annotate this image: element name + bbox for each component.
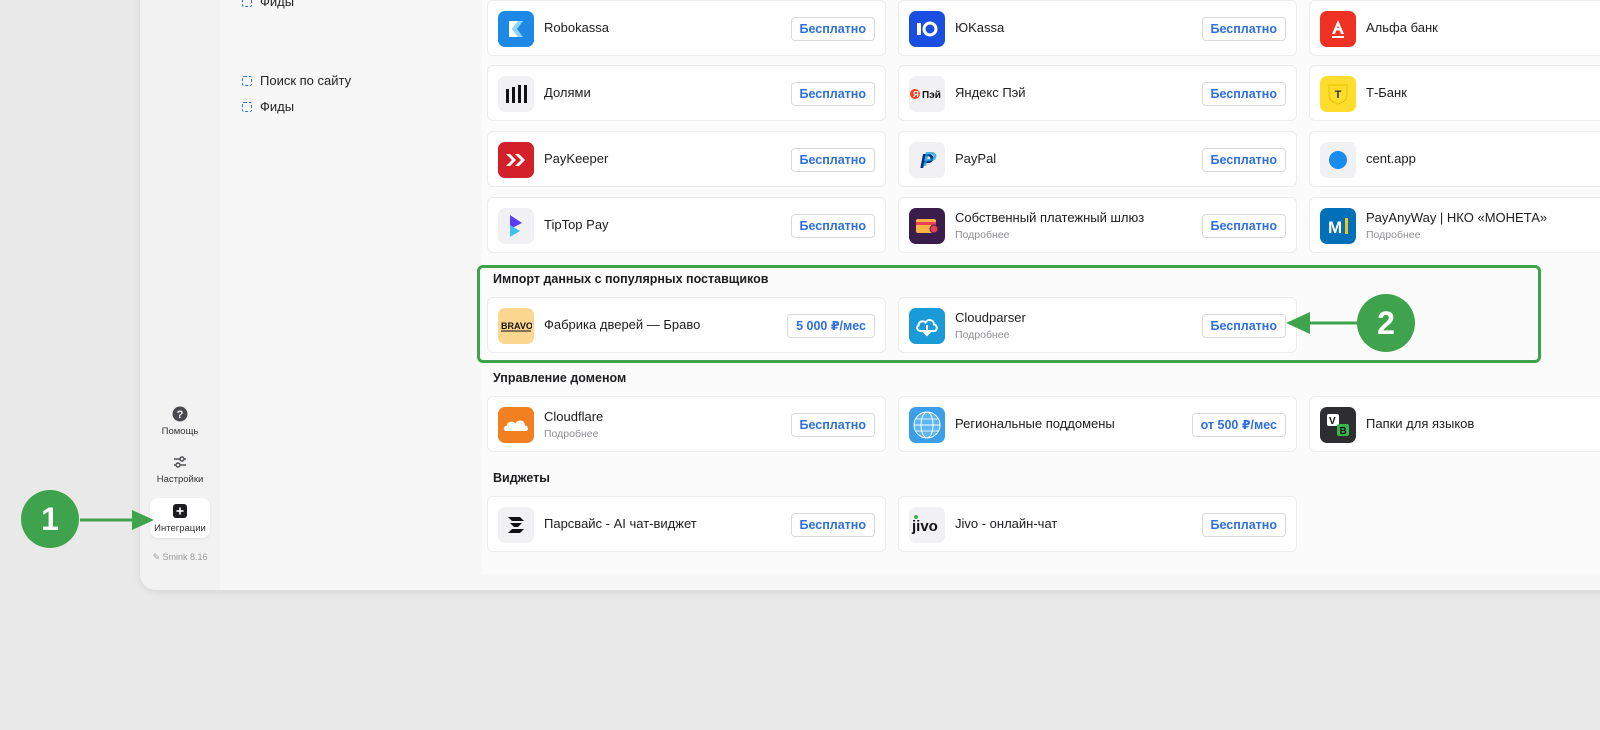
annotation-badge-2: 2 <box>1357 294 1415 352</box>
arrow-head-1 <box>132 510 154 530</box>
arrow-head-2 <box>1286 312 1310 334</box>
badge-number: 2 <box>1377 304 1395 341</box>
annotation-arrows <box>80 312 1358 530</box>
badge-number: 1 <box>41 500 59 537</box>
annotation-badge-1: 1 <box>21 490 79 548</box>
